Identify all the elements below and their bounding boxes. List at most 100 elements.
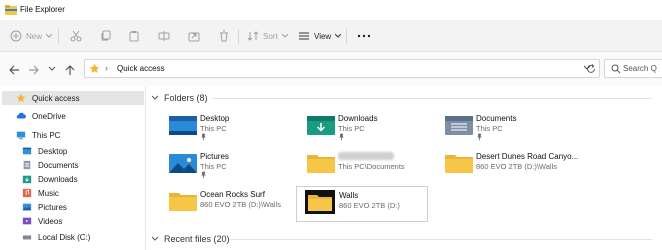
search-placeholder: Search Q [623, 64, 657, 73]
cut-button[interactable] [70, 28, 82, 44]
folder-tile-documents[interactable]: Documents This PC [442, 110, 566, 146]
redacted-folder-name [338, 152, 394, 160]
separator [346, 29, 347, 44]
sidebar-item-local-disk[interactable]: Local Disk (C:) [2, 230, 90, 244]
folder-tile-downloads[interactable]: Downloads This PC [304, 110, 428, 146]
share-icon [188, 32, 200, 42]
folders-group-header[interactable]: Folders (8) [150, 91, 208, 105]
folder-icon [445, 155, 473, 173]
new-button[interactable]: New [10, 28, 53, 44]
sidebar-item-label: Quick access [32, 93, 80, 103]
sidebar-item-label: Pictures [38, 202, 67, 212]
view-label: View [314, 31, 332, 41]
sidebar-item-label: Desktop [38, 146, 68, 156]
folder-tile-ocean-rocks-surf[interactable]: Ocean Rocks Surf 860 EVO 2TB (D:)\Walls [166, 186, 290, 222]
trash-icon [220, 30, 228, 42]
chevron-down-icon [281, 34, 288, 38]
sidebar-item-label: OneDrive [32, 111, 66, 121]
pin-icon [477, 133, 482, 141]
up-arrow-icon[interactable] [64, 64, 76, 76]
search-input[interactable]: Search Q [604, 59, 662, 78]
monitor-icon [16, 131, 26, 140]
star-icon [16, 93, 26, 102]
downloads-folder-icon [307, 116, 335, 135]
folder-tile-pictures[interactable]: Pictures This PC [166, 148, 290, 184]
folders-header-label: Folders (8) [164, 93, 208, 103]
folder-tile-desert-dunes[interactable]: Desert Dunes Road Canyo... 860 EVO 2TB (… [442, 148, 578, 184]
videos-icon [22, 217, 32, 225]
sidebar-item-music[interactable]: Music [2, 186, 59, 200]
back-arrow-icon[interactable] [8, 64, 20, 76]
drive-icon [22, 235, 32, 240]
group-divider [212, 98, 652, 99]
recent-header-label: Recent files (20) [164, 234, 230, 244]
separator [58, 29, 59, 44]
folder-name: Pictures [200, 152, 229, 161]
recent-locations-chevron-icon[interactable] [48, 66, 56, 72]
sidebar-item-downloads[interactable]: Downloads [2, 172, 78, 186]
refresh-icon[interactable] [586, 64, 596, 74]
pictures-folder-icon [169, 154, 197, 173]
folder-tile-desktop[interactable]: Desktop This PC [166, 110, 290, 146]
navigation-pane: Quick access OneDrive This PC Desktop Do… [0, 86, 146, 250]
cloud-icon [16, 112, 26, 119]
rename-button[interactable] [158, 28, 170, 44]
folder-location: 860 EVO 2TB (D:) [339, 201, 400, 210]
sidebar-item-pictures[interactable]: Pictures [2, 200, 67, 214]
sidebar-item-onedrive[interactable]: OneDrive [2, 109, 66, 123]
more-icon [357, 34, 371, 38]
documents-folder-icon [445, 116, 473, 135]
title-bar: File Explorer [0, 0, 662, 20]
sidebar-item-label: Downloads [38, 174, 78, 184]
share-button[interactable] [188, 28, 200, 44]
folder-name: Documents [476, 114, 517, 123]
more-options-button[interactable] [357, 28, 371, 44]
star-icon [89, 63, 100, 73]
music-icon [22, 188, 32, 198]
sidebar-item-label: Documents [38, 160, 79, 170]
sidebar-item-videos[interactable]: Videos [2, 214, 62, 228]
folder-name: Desktop [200, 114, 230, 123]
copy-icon [101, 30, 111, 41]
scissors-icon [70, 30, 82, 42]
sort-label: Sort [263, 31, 278, 41]
folder-location: This PC\Documents [338, 162, 405, 171]
folder-icon [169, 193, 197, 211]
breadcrumb-chevron-icon: › [105, 63, 108, 73]
sidebar-item-label: This PC [32, 130, 61, 140]
address-bar[interactable]: › Quick access [84, 59, 600, 78]
copy-button[interactable] [100, 28, 112, 44]
plus-circle-icon [10, 30, 22, 42]
chevron-down-icon [151, 236, 159, 241]
folder-location: This PC [338, 124, 365, 133]
file-explorer-icon [5, 5, 17, 15]
folder-tile-walls[interactable]: Walls 860 EVO 2TB (D:) [296, 186, 428, 222]
downloads-icon [22, 175, 32, 184]
clipboard-icon [129, 31, 139, 42]
content-pane: Folders (8) Desktop This PC Downloads Th… [146, 86, 662, 250]
sidebar-item-quick-access[interactable]: Quick access [2, 91, 144, 105]
folder-black-icon [305, 190, 335, 214]
forward-arrow-icon[interactable] [28, 64, 40, 76]
paste-button[interactable] [128, 28, 140, 44]
folder-name: Desert Dunes Road Canyo... [476, 152, 579, 161]
delete-button[interactable] [218, 28, 230, 44]
folder-location: This PC [476, 124, 503, 133]
group-divider [230, 239, 652, 240]
pin-icon [201, 171, 206, 179]
sidebar-item-documents[interactable]: Documents [2, 158, 78, 172]
view-button[interactable]: View [298, 28, 342, 44]
folder-tile-redacted[interactable]: This PC\Documents [304, 148, 428, 184]
folder-location: This PC [200, 162, 227, 171]
view-lines-icon [299, 32, 309, 40]
recent-files-group-header[interactable]: Recent files (20) [150, 232, 230, 246]
rename-icon [158, 31, 170, 41]
documents-icon [23, 160, 31, 170]
sidebar-item-desktop[interactable]: Desktop [2, 144, 67, 158]
sidebar-item-label: Local Disk (C:) [38, 232, 91, 242]
sort-button[interactable]: Sort [247, 28, 288, 44]
pin-icon [339, 133, 344, 141]
folder-name: Walls [339, 191, 359, 200]
sidebar-item-this-pc[interactable]: This PC [2, 128, 60, 142]
folder-name: Downloads [338, 114, 378, 123]
